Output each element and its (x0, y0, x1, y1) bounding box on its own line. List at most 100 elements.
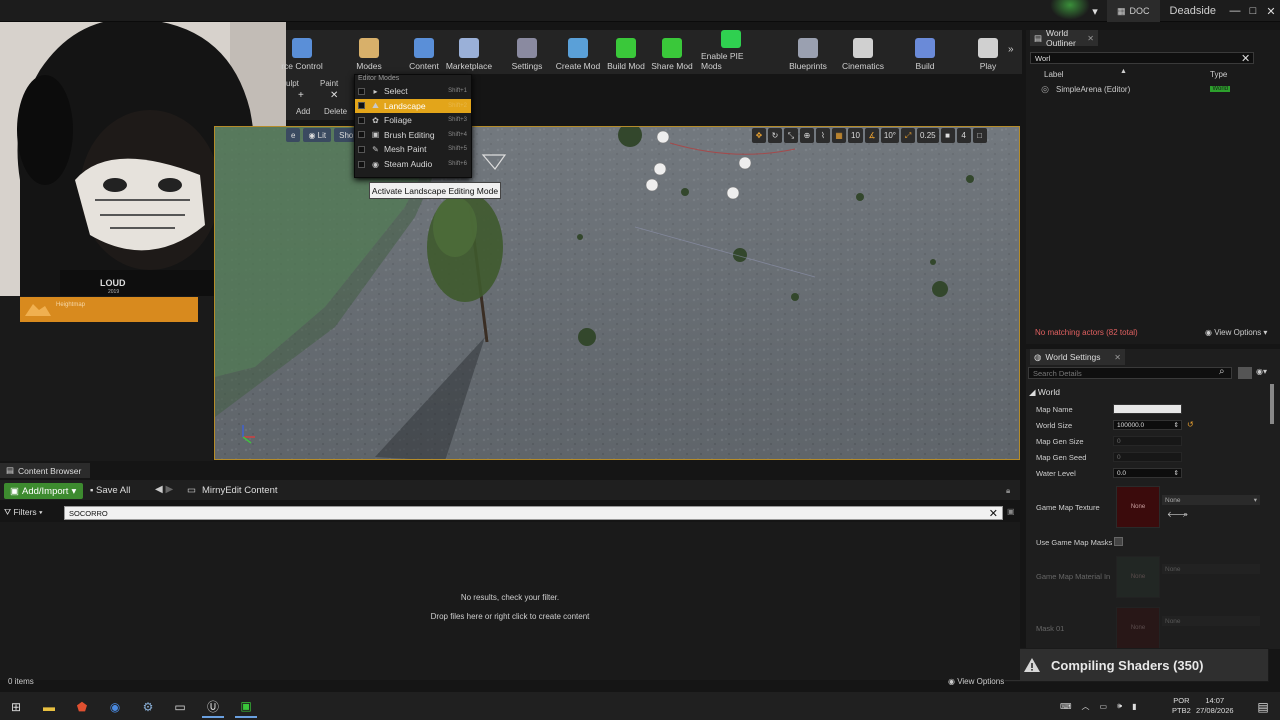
steam-icon[interactable]: ⚙ (137, 696, 159, 718)
mode-item-select[interactable]: ▸ Select Shift+1 (355, 84, 471, 98)
browse-search-icon[interactable]: ⌕ (1183, 509, 1188, 520)
lock-icon[interactable]: 🔒︎ (1006, 486, 1010, 496)
world-section-header[interactable]: ◢ World (1029, 387, 1060, 398)
tab-sculpt[interactable]: ulpt (286, 79, 299, 88)
brave-browser-icon[interactable]: ⬟ (71, 696, 93, 718)
tray-chevron-icon[interactable]: ︿ (1082, 701, 1090, 712)
mode-item-foliage[interactable]: ✿ Foliage Shift+3 (355, 113, 471, 127)
mask01-swatch[interactable]: None (1116, 607, 1160, 649)
map-gen-seed-field[interactable]: 0 (1113, 452, 1182, 462)
map-gen-size-field[interactable]: 0 (1113, 436, 1182, 446)
tab-world-outliner[interactable]: ▤ World Outliner ✕ (1030, 28, 1098, 48)
toolbar-item-blueprints[interactable]: Blueprints (778, 30, 838, 74)
camera-speed-value[interactable]: 4 (956, 128, 971, 143)
mode-checkbox[interactable] (358, 87, 365, 95)
maximize-button[interactable]: □ (1244, 0, 1262, 22)
world-size-field[interactable]: 100000.0 ⇕ (1113, 420, 1182, 430)
viewport-view-button[interactable]: e (286, 128, 301, 142)
chrome-icon[interactable]: ◉ (104, 696, 126, 718)
notifications-icon[interactable]: ▤ (1252, 696, 1274, 718)
windows-start-icon[interactable]: ⊞ (5, 696, 27, 718)
clear-search-icon[interactable]: ✕ (989, 507, 998, 520)
toolbar-overflow-icon[interactable]: » (1008, 44, 1014, 55)
camera-speed-icon[interactable]: ■ (940, 128, 955, 143)
toolbar-item-build[interactable]: Build (895, 30, 955, 74)
keyboard-icon[interactable]: ⌨ (1060, 702, 1072, 711)
minimize-button[interactable]: — (1226, 0, 1244, 22)
mode-item-brush-editing[interactable]: ▣ Brush Editing Shift+4 (355, 128, 471, 142)
unreal-engine-icon[interactable]: Ⓤ (202, 696, 224, 718)
terminal-icon[interactable]: ▭ (169, 696, 191, 718)
heightmap-item[interactable]: Heightmap (20, 297, 198, 322)
forward-arrow-icon[interactable]: ▶ (165, 484, 173, 495)
game-map-material-dropdown[interactable]: None (1162, 564, 1260, 574)
filters-button[interactable]: ⛛ Filters ▾ (4, 507, 43, 518)
grid-snap-icon[interactable]: ▦ (832, 128, 846, 143)
details-scrollbar[interactable] (1270, 384, 1274, 424)
language-indicator[interactable]: POR PTB2 (1172, 696, 1191, 716)
close-tab-icon[interactable]: ✕ (1114, 353, 1121, 362)
maximize-viewport-icon[interactable]: □ (972, 128, 987, 143)
toolbar-item-modes[interactable]: Modes (339, 30, 399, 74)
toolbar-item-marketplace[interactable]: Marketplace (439, 30, 499, 74)
property-matrix-icon[interactable] (1238, 367, 1252, 379)
content-search-input[interactable]: SOCORRO ✕ (64, 506, 1003, 520)
toolbar-item-rce-control[interactable]: rce Control (272, 30, 332, 74)
game-map-material-swatch[interactable]: None (1116, 556, 1160, 598)
toolbar-item-cinematics[interactable]: Cinematics (833, 30, 893, 74)
project-tab[interactable]: ▦ DOC (1107, 0, 1160, 22)
close-button[interactable]: ✕ (1262, 0, 1280, 22)
tab-world-settings[interactable]: ◍ World Settings ✕ (1030, 349, 1125, 365)
network-icon[interactable]: ▭ (1100, 702, 1108, 711)
toolbar-item-share-mod[interactable]: Share Mod (642, 30, 702, 74)
scale-snap-icon[interactable]: ⤢ (901, 128, 916, 143)
outliner-row[interactable]: ◎ SimpleArena (Editor) World (1040, 84, 1270, 94)
epic-games-icon[interactable]: ▣ (235, 696, 257, 718)
mask01-dropdown[interactable]: None (1162, 616, 1260, 626)
map-name-field[interactable] (1113, 404, 1182, 414)
reset-icon[interactable]: ↺ (1187, 420, 1194, 429)
delete-icon[interactable]: ✕ (330, 90, 338, 101)
translate-icon[interactable]: ✥ (752, 128, 766, 143)
close-tab-icon[interactable]: ✕ (1087, 34, 1094, 43)
mode-checkbox[interactable] (358, 131, 365, 139)
content-path-breadcrumb[interactable]: ▭ MirnyEdit Content (187, 485, 278, 496)
scale-icon[interactable]: ⤡ (784, 128, 798, 143)
notification-icon[interactable]: ▾ (1083, 0, 1107, 22)
outliner-search-input[interactable]: Worl (1030, 52, 1254, 64)
rotation-snap-value[interactable]: 10° (880, 128, 900, 143)
tab-content-browser[interactable]: ▤ Content Browser (0, 463, 90, 478)
save-search-icon[interactable]: ▣ (1007, 507, 1015, 516)
use-masks-checkbox[interactable] (1114, 537, 1123, 546)
scale-snap-value[interactable]: 0.25 (917, 128, 939, 143)
content-view-options[interactable]: ◉ View Options (948, 677, 1004, 686)
clear-search-icon[interactable]: ✕ (1241, 52, 1250, 65)
viewport-lit-button[interactable]: ◉ Lit (303, 128, 332, 142)
col-type[interactable]: Type (1210, 70, 1227, 79)
col-label[interactable]: Label (1044, 70, 1064, 79)
mode-item-mesh-paint[interactable]: ✎ Mesh Paint Shift+5 (355, 142, 471, 156)
save-all-button[interactable]: ▪ Save All (90, 485, 130, 496)
battery-icon[interactable]: ▮ (1132, 702, 1136, 711)
add-import-button[interactable]: ▣ Add/Import ▾ (4, 483, 83, 499)
grid-snap-value[interactable]: 10 (848, 128, 863, 143)
surface-snap-icon[interactable]: ⌇ (816, 128, 830, 143)
tab-paint[interactable]: Paint (320, 79, 338, 88)
back-arrow-icon[interactable]: ◀ (155, 484, 163, 495)
rotate-icon[interactable]: ↻ (768, 128, 782, 143)
add-icon[interactable]: + (298, 90, 304, 101)
water-level-field[interactable]: 0.0 ⇕ (1113, 468, 1182, 478)
outliner-view-options[interactable]: ◉ View Options ▾ (1205, 328, 1267, 337)
volume-icon[interactable]: 🕪︎ (1117, 701, 1122, 711)
level-viewport[interactable] (214, 126, 1020, 460)
game-map-texture-dropdown[interactable]: None ▾ (1162, 495, 1260, 505)
mode-item-landscape[interactable]: ⛰ Landscape Shift+2 (355, 98, 471, 113)
rotation-snap-icon[interactable]: ∡ (864, 128, 879, 143)
clock[interactable]: 14:07 27/08/2026 (1196, 696, 1234, 716)
world-icon[interactable]: ⊕ (800, 128, 814, 143)
file-explorer-icon[interactable]: ▬ (38, 696, 60, 718)
eye-icon[interactable]: ◉▾ (1256, 367, 1267, 376)
mode-checkbox[interactable] (358, 116, 365, 124)
game-map-texture-swatch[interactable]: None (1116, 486, 1160, 528)
mode-item-steam-audio[interactable]: ◉ Steam Audio Shift+6 (355, 157, 471, 171)
